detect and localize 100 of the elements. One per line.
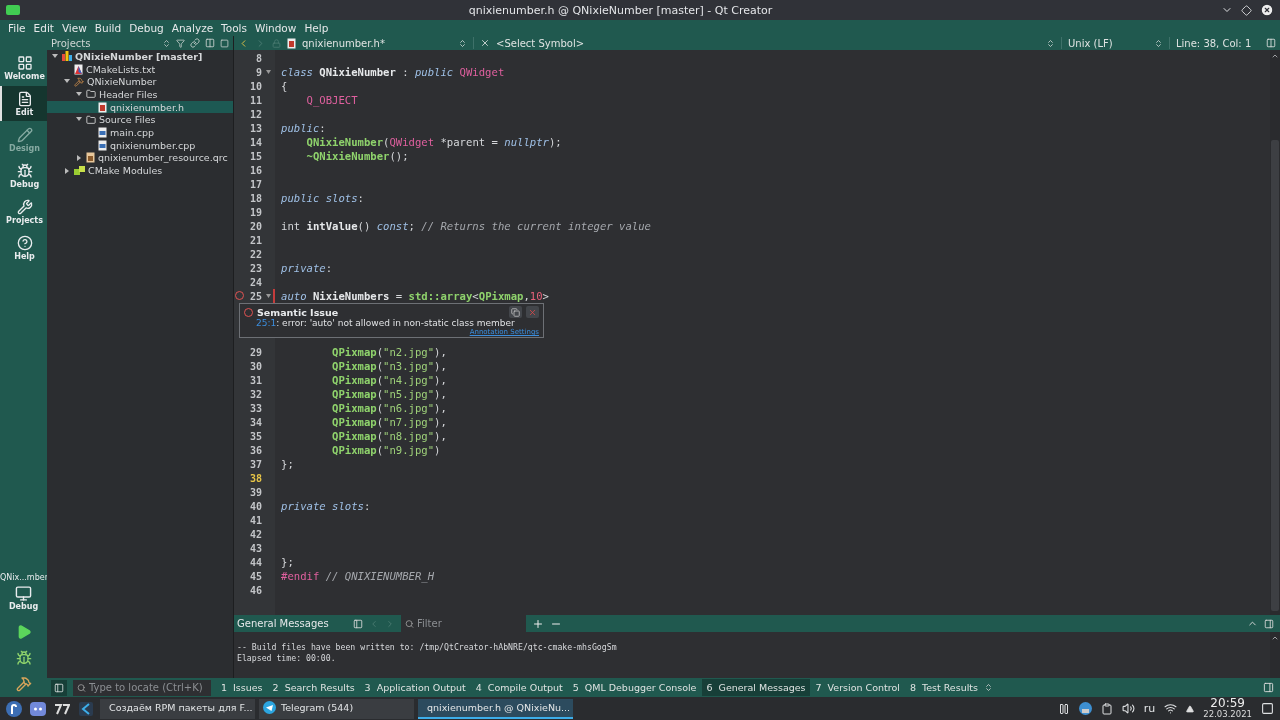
filter-icon[interactable] xyxy=(176,38,185,48)
menu-item[interactable]: Window xyxy=(251,22,301,34)
app-launcher-icon[interactable] xyxy=(54,702,70,715)
menu-item[interactable]: Tools xyxy=(217,22,251,34)
symbol-selector-icon[interactable] xyxy=(1046,38,1055,48)
expanded-arrow-icon[interactable] xyxy=(64,79,70,85)
tray-expand-icon[interactable] xyxy=(1186,704,1195,713)
scrollbar[interactable] xyxy=(1270,50,1280,615)
wrench-icon xyxy=(16,198,33,215)
line-number: 39 xyxy=(248,486,262,498)
output-tab[interactable]: 6 General Messages xyxy=(702,679,810,696)
build-button[interactable] xyxy=(15,676,32,692)
output-tab[interactable]: 5 QML Debugger Console xyxy=(568,679,701,696)
scroll-up-icon[interactable] xyxy=(1271,634,1279,642)
output-tab[interactable]: 7 Version Control xyxy=(811,679,904,696)
bug-icon xyxy=(16,162,33,179)
code-line: private: xyxy=(280,262,333,274)
tree-item[interactable]: main.cpp xyxy=(47,126,233,139)
taskbar-task[interactable]: Telegram (544) xyxy=(259,698,414,719)
open-file-name[interactable]: qnixienumber.h* xyxy=(302,37,452,49)
collapsed-arrow-icon[interactable] xyxy=(76,154,82,161)
code-line: QPixmap("n5.jpg"), xyxy=(331,388,447,400)
menu-item[interactable]: Build xyxy=(90,22,126,34)
mode-button[interactable]: Debug xyxy=(0,158,47,193)
tree-item[interactable]: QNixieNumber [master] xyxy=(47,50,233,63)
line-number: 25 xyxy=(248,290,262,302)
link-icon[interactable] xyxy=(190,38,200,48)
menu-item[interactable]: Edit xyxy=(29,22,58,34)
tree-item[interactable]: QNixieNumber xyxy=(47,75,233,89)
mode-button[interactable]: Help xyxy=(0,230,47,265)
tree-item[interactable]: qnixienumber_resource.qrc xyxy=(47,151,233,165)
line-number: 14 xyxy=(248,136,262,148)
output-tab[interactable]: 8 Test Results xyxy=(905,679,982,696)
distro-logo-icon[interactable] xyxy=(6,700,22,717)
tree-item[interactable]: Source Files xyxy=(47,113,233,127)
mode-button[interactable]: Projects xyxy=(0,194,47,229)
float-pane-button[interactable] xyxy=(1264,618,1274,629)
more-tabs-icon[interactable] xyxy=(984,683,993,692)
chat-app-icon[interactable] xyxy=(30,701,46,716)
collapsed-arrow-icon[interactable] xyxy=(64,167,70,174)
split-icon[interactable] xyxy=(205,38,215,48)
scrollbar[interactable] xyxy=(1270,632,1280,678)
clock[interactable]: 20:59 22.03.2021 xyxy=(1203,697,1252,720)
view-selector-icon[interactable] xyxy=(162,38,171,48)
tree-item[interactable]: qnixienumber.cpp xyxy=(47,138,233,152)
tree-item[interactable]: Header Files xyxy=(47,88,233,101)
taskbar-task[interactable]: Создаём RPM пакеты для F... xyxy=(100,698,255,719)
debug-run-button[interactable] xyxy=(15,650,32,666)
wifi-icon[interactable] xyxy=(1164,702,1178,715)
kit-selector[interactable]: Debug xyxy=(0,582,47,619)
expanded-arrow-icon[interactable] xyxy=(76,91,82,97)
close-button[interactable] xyxy=(1260,3,1274,17)
volume-icon[interactable] xyxy=(1121,702,1135,715)
code-editor-app-icon[interactable] xyxy=(79,701,93,716)
line-number: 35 xyxy=(248,430,262,442)
copy-button[interactable] xyxy=(509,306,522,318)
menu-item[interactable]: View xyxy=(57,22,91,34)
output-tab[interactable]: 4 Compile Output xyxy=(471,679,567,696)
cmake-file-icon xyxy=(74,63,83,75)
tree-item[interactable]: CMake Modules xyxy=(47,164,233,177)
right-sidebar-toggle-button[interactable] xyxy=(1263,682,1274,693)
taskbar-task[interactable]: qnixienumber.h @ QNixieNu... xyxy=(418,698,573,719)
menu-item[interactable]: File xyxy=(4,22,30,34)
zoom-in-button[interactable] xyxy=(532,617,544,630)
line-ending-icon[interactable] xyxy=(1154,38,1163,48)
mode-button[interactable]: Welcome xyxy=(0,50,47,85)
mode-button[interactable]: Edit xyxy=(0,86,47,121)
line-number: 43 xyxy=(248,542,262,554)
fold-arrow-icon[interactable] xyxy=(266,294,271,298)
close-file-button[interactable] xyxy=(480,38,490,48)
line-ending-selector[interactable]: Unix (LF) xyxy=(1068,37,1148,49)
output-tab[interactable]: 3 Application Output xyxy=(360,679,470,696)
show-desktop-icon[interactable] xyxy=(1261,702,1274,715)
sidebar-toggle-button[interactable] xyxy=(51,679,67,696)
menu-item[interactable]: Help xyxy=(300,22,333,34)
output-tab[interactable]: 2 Search Results xyxy=(268,679,359,696)
clipboard-icon[interactable] xyxy=(1100,702,1113,715)
code-line: ~QNixieNumber(); xyxy=(305,150,409,162)
tree-item[interactable]: CMakeLists.txt xyxy=(47,62,233,76)
pause-icon[interactable] xyxy=(1057,702,1070,715)
cloud-app-icon[interactable] xyxy=(1078,702,1092,715)
expanded-arrow-icon[interactable] xyxy=(76,117,82,123)
close-pane-icon[interactable] xyxy=(220,38,229,48)
symbol-selector[interactable]: <Select Symbol> xyxy=(496,37,585,49)
menu-item[interactable]: Analyze xyxy=(167,22,218,34)
keyboard-layout[interactable]: ru xyxy=(1143,702,1156,715)
source-file-icon xyxy=(98,139,107,151)
expanded-arrow-icon[interactable] xyxy=(52,53,58,59)
menu-item[interactable]: Debug xyxy=(125,22,168,34)
maximize-button[interactable] xyxy=(1241,4,1252,16)
split-icon[interactable] xyxy=(1266,38,1276,48)
scroll-up-icon[interactable] xyxy=(1271,52,1279,60)
fold-arrow-icon[interactable] xyxy=(266,70,271,74)
filter-field[interactable]: Filter xyxy=(401,615,526,632)
search-icon xyxy=(77,683,86,692)
tree-item[interactable]: qnixienumber.h xyxy=(47,100,233,114)
file-selector-icon[interactable] xyxy=(458,38,467,48)
output-tab[interactable]: 1 Issues xyxy=(217,679,267,696)
locator-field[interactable]: Type to locate (Ctrl+K) xyxy=(73,679,211,696)
cursor-position[interactable]: Line: 38, Col: 1 xyxy=(1176,37,1260,49)
